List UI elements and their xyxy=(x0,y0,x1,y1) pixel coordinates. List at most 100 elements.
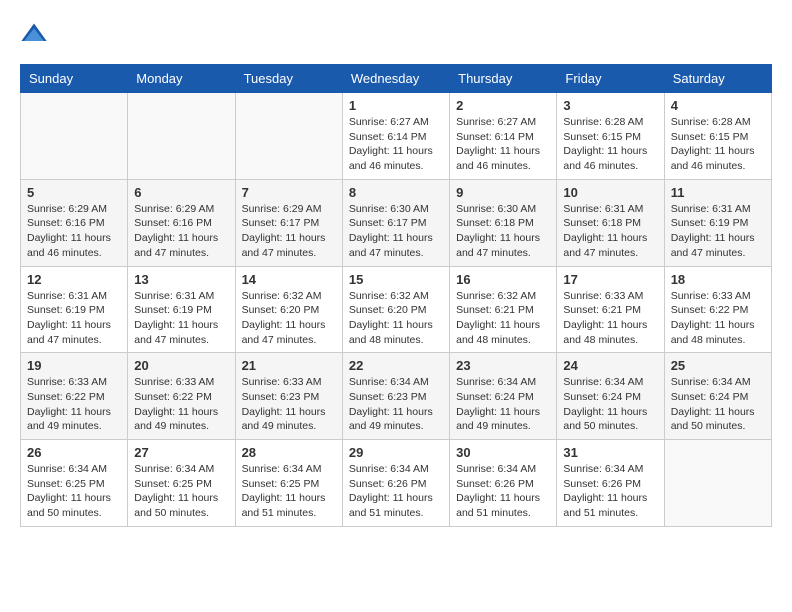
day-number: 30 xyxy=(456,445,550,460)
day-info: Sunrise: 6:34 AM Sunset: 6:26 PM Dayligh… xyxy=(456,462,550,521)
calendar-cell: 18Sunrise: 6:33 AM Sunset: 6:22 PM Dayli… xyxy=(664,266,771,353)
day-info: Sunrise: 6:34 AM Sunset: 6:24 PM Dayligh… xyxy=(563,375,657,434)
calendar-cell xyxy=(664,440,771,527)
calendar-cell: 20 Sunrise: 6:33 AM Sunset: 6:22 PM Dayli… xyxy=(128,353,235,440)
calendar-cell: 1Sunrise: 6:27 AM Sunset: 6:14 PM Daylig… xyxy=(342,93,449,180)
weekday-header-thursday: Thursday xyxy=(450,65,557,93)
day-info: Sunrise: 6:30 AM Sunset: 6:17 PM Dayligh… xyxy=(349,202,443,261)
calendar-cell: 31 Sunrise: 6:34 AM Sunset: 6:26 PM Dayli… xyxy=(557,440,664,527)
weekday-header-wednesday: Wednesday xyxy=(342,65,449,93)
calendar-cell: 22 Sunrise: 6:34 AM Sunset: 6:23 PM Dayli… xyxy=(342,353,449,440)
calendar-cell: 25 Sunrise: 6:34 AM Sunset: 6:24 PM Dayli… xyxy=(664,353,771,440)
calendar-cell: 21Sunrise: 6:33 AM Sunset: 6:23 PM Dayli… xyxy=(235,353,342,440)
calendar-cell: 6Sunrise: 6:29 AM Sunset: 6:16 PM Daylig… xyxy=(128,179,235,266)
calendar-week-3: 12 Sunrise: 6:31 AM Sunset: 6:19 PM Dayli… xyxy=(21,266,772,353)
weekday-header-monday: Monday xyxy=(128,65,235,93)
day-number: 24 xyxy=(563,358,657,373)
day-info: Sunrise: 6:33 AM Sunset: 6:22 PM Dayligh… xyxy=(134,375,228,434)
weekday-header-tuesday: Tuesday xyxy=(235,65,342,93)
day-number: 22 xyxy=(349,358,443,373)
day-info: Sunrise: 6:34 AM Sunset: 6:24 PM Dayligh… xyxy=(671,375,765,434)
day-info: Sunrise: 6:34 AM Sunset: 6:26 PM Dayligh… xyxy=(349,462,443,521)
calendar-cell: 15 Sunrise: 6:32 AM Sunset: 6:20 PM Dayli… xyxy=(342,266,449,353)
weekday-header-saturday: Saturday xyxy=(664,65,771,93)
day-number: 12 xyxy=(27,272,121,287)
day-number: 25 xyxy=(671,358,765,373)
day-info: Sunrise: 6:31 AM Sunset: 6:18 PM Dayligh… xyxy=(563,202,657,261)
calendar-cell: 27 Sunrise: 6:34 AM Sunset: 6:25 PM Dayli… xyxy=(128,440,235,527)
calendar-week-4: 19 Sunrise: 6:33 AM Sunset: 6:22 PM Dayli… xyxy=(21,353,772,440)
day-number: 13 xyxy=(134,272,228,287)
day-number: 14 xyxy=(242,272,336,287)
calendar-cell: 24 Sunrise: 6:34 AM Sunset: 6:24 PM Dayli… xyxy=(557,353,664,440)
day-info: Sunrise: 6:32 AM Sunset: 6:20 PM Dayligh… xyxy=(349,289,443,348)
day-info: Sunrise: 6:28 AM Sunset: 6:15 PM Dayligh… xyxy=(563,115,657,174)
calendar-cell: 14 Sunrise: 6:32 AM Sunset: 6:20 PM Dayli… xyxy=(235,266,342,353)
calendar-cell xyxy=(21,93,128,180)
day-info: Sunrise: 6:32 AM Sunset: 6:20 PM Dayligh… xyxy=(242,289,336,348)
day-number: 6 xyxy=(134,185,228,200)
calendar-cell: 28 Sunrise: 6:34 AM Sunset: 6:25 PM Dayli… xyxy=(235,440,342,527)
day-number: 27 xyxy=(134,445,228,460)
day-number: 16 xyxy=(456,272,550,287)
day-number: 26 xyxy=(27,445,121,460)
calendar-week-1: 1 Sunrise: 6:27 AM Sunset: 6:14 PM Daylig… xyxy=(21,93,772,180)
day-number: 1 xyxy=(349,98,443,113)
calendar-cell: 12 Sunrise: 6:31 AM Sunset: 6:19 PM Dayli… xyxy=(21,266,128,353)
day-info: Sunrise: 6:29 AM Sunset: 6:17 PM Dayligh… xyxy=(242,202,336,261)
calendar-cell: 13 Sunrise: 6:31 AM Sunset: 6:19 PM Dayli… xyxy=(128,266,235,353)
day-number: 28 xyxy=(242,445,336,460)
calendar-cell: 30 Sunrise: 6:34 AM Sunset: 6:26 PM Dayli… xyxy=(450,440,557,527)
day-info: Sunrise: 6:30 AM Sunset: 6:18 PM Dayligh… xyxy=(456,202,550,261)
calendar-week-2: 5 Sunrise: 6:29 AM Sunset: 6:16 PM Daylig… xyxy=(21,179,772,266)
calendar-cell: 29 Sunrise: 6:34 AM Sunset: 6:26 PM Dayli… xyxy=(342,440,449,527)
day-info: Sunrise: 6:28 AM Sunset: 6:15 PM Dayligh… xyxy=(671,115,765,174)
calendar-cell: 4 Sunrise: 6:28 AM Sunset: 6:15 PM Daylig… xyxy=(664,93,771,180)
header xyxy=(20,20,772,48)
day-number: 8 xyxy=(349,185,443,200)
day-number: 5 xyxy=(27,185,121,200)
calendar-cell: 9Sunrise: 6:30 AM Sunset: 6:18 PM Daylig… xyxy=(450,179,557,266)
day-number: 17 xyxy=(563,272,657,287)
day-number: 11 xyxy=(671,185,765,200)
calendar-cell: 16 Sunrise: 6:32 AM Sunset: 6:21 PM Dayli… xyxy=(450,266,557,353)
day-number: 10 xyxy=(563,185,657,200)
calendar-cell: 19 Sunrise: 6:33 AM Sunset: 6:22 PM Dayli… xyxy=(21,353,128,440)
calendar-body: 1 Sunrise: 6:27 AM Sunset: 6:14 PM Daylig… xyxy=(21,93,772,527)
calendar-header: SundayMondayTuesdayWednesdayThursdayFrid… xyxy=(21,65,772,93)
day-number: 31 xyxy=(563,445,657,460)
day-number: 19 xyxy=(27,358,121,373)
day-number: 15 xyxy=(349,272,443,287)
day-info: Sunrise: 6:34 AM Sunset: 6:26 PM Dayligh… xyxy=(563,462,657,521)
calendar-cell: 10 Sunrise: 6:31 AM Sunset: 6:18 PM Dayli… xyxy=(557,179,664,266)
day-info: Sunrise: 6:34 AM Sunset: 6:23 PM Dayligh… xyxy=(349,375,443,434)
day-info: Sunrise: 6:27 AM Sunset: 6:14 PM Dayligh… xyxy=(456,115,550,174)
calendar-cell: 23Sunrise: 6:34 AM Sunset: 6:24 PM Dayli… xyxy=(450,353,557,440)
day-info: Sunrise: 6:33 AM Sunset: 6:22 PM Dayligh… xyxy=(27,375,121,434)
day-number: 29 xyxy=(349,445,443,460)
day-info: Sunrise: 6:31 AM Sunset: 6:19 PM Dayligh… xyxy=(134,289,228,348)
day-info: Sunrise: 6:33 AM Sunset: 6:21 PM Dayligh… xyxy=(563,289,657,348)
calendar-cell: 8 Sunrise: 6:30 AM Sunset: 6:17 PM Daylig… xyxy=(342,179,449,266)
day-info: Sunrise: 6:34 AM Sunset: 6:25 PM Dayligh… xyxy=(134,462,228,521)
calendar-table: SundayMondayTuesdayWednesdayThursdayFrid… xyxy=(20,64,772,527)
day-info: Sunrise: 6:33 AM Sunset: 6:22 PM Dayligh… xyxy=(671,289,765,348)
day-number: 23 xyxy=(456,358,550,373)
day-info: Sunrise: 6:31 AM Sunset: 6:19 PM Dayligh… xyxy=(27,289,121,348)
calendar-cell: 3Sunrise: 6:28 AM Sunset: 6:15 PM Daylig… xyxy=(557,93,664,180)
day-number: 21 xyxy=(242,358,336,373)
calendar-cell xyxy=(128,93,235,180)
calendar-cell: 5 Sunrise: 6:29 AM Sunset: 6:16 PM Daylig… xyxy=(21,179,128,266)
day-info: Sunrise: 6:31 AM Sunset: 6:19 PM Dayligh… xyxy=(671,202,765,261)
calendar-cell: 7Sunrise: 6:29 AM Sunset: 6:17 PM Daylig… xyxy=(235,179,342,266)
weekday-header-sunday: Sunday xyxy=(21,65,128,93)
day-number: 20 xyxy=(134,358,228,373)
calendar-cell xyxy=(235,93,342,180)
weekday-row: SundayMondayTuesdayWednesdayThursdayFrid… xyxy=(21,65,772,93)
calendar-week-5: 26 Sunrise: 6:34 AM Sunset: 6:25 PM Dayli… xyxy=(21,440,772,527)
day-info: Sunrise: 6:29 AM Sunset: 6:16 PM Dayligh… xyxy=(27,202,121,261)
day-number: 2 xyxy=(456,98,550,113)
day-number: 4 xyxy=(671,98,765,113)
day-info: Sunrise: 6:32 AM Sunset: 6:21 PM Dayligh… xyxy=(456,289,550,348)
day-info: Sunrise: 6:34 AM Sunset: 6:25 PM Dayligh… xyxy=(242,462,336,521)
